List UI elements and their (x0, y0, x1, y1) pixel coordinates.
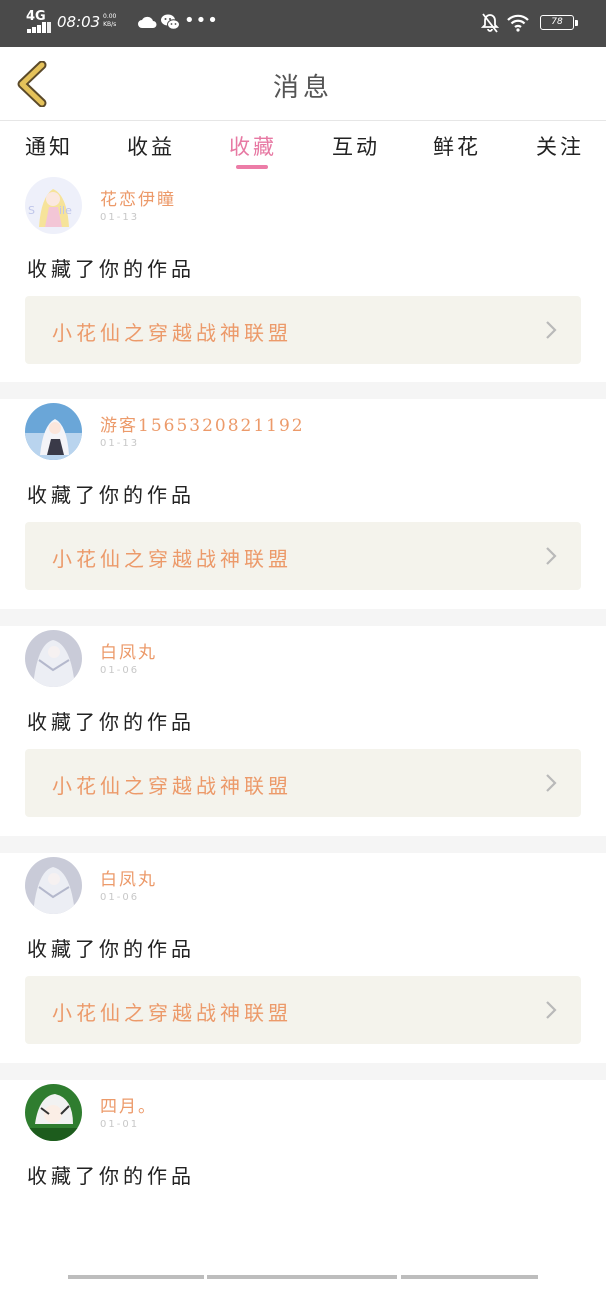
message-card: S ile 花恋伊瞳 01-13 收藏了你的作品 小花仙之穿越战神联盟 (0, 173, 606, 382)
chevron-right-icon (546, 774, 557, 792)
action-text: 收藏了你的作品 (27, 483, 195, 507)
net-speed-unit: KB/s (103, 21, 117, 28)
chevron-right-icon (546, 547, 557, 565)
clock: 08:03 (57, 13, 101, 31)
message-date: 01-06 (100, 892, 140, 903)
action-text: 收藏了你的作品 (27, 710, 195, 734)
signal-icon (27, 22, 51, 33)
user-avatar[interactable] (25, 630, 82, 687)
card-separator (0, 382, 606, 399)
action-text: 收藏了你的作品 (27, 1164, 195, 1188)
battery-icon: 78 (540, 15, 574, 30)
net-speed: 0.00 KB/s (103, 13, 116, 29)
message-list: S ile 花恋伊瞳 01-13 收藏了你的作品 小花仙之穿越战神联盟 游客15… (0, 173, 606, 1290)
svg-text:S: S (28, 204, 35, 217)
tab-earnings[interactable]: 收益 (127, 131, 175, 161)
bottom-nav-indicator (68, 1275, 538, 1279)
wechat-icon (161, 14, 180, 30)
card-separator (0, 836, 606, 853)
tab-flowers[interactable]: 鲜花 (433, 131, 481, 161)
user-name[interactable]: 四月。 (100, 1092, 157, 1117)
svg-text:ile: ile (59, 204, 72, 217)
work-link[interactable]: 小花仙之穿越战神联盟 (25, 522, 581, 590)
work-link[interactable]: 小花仙之穿越战神联盟 (25, 749, 581, 817)
tab-favorites[interactable]: 收藏 (229, 131, 277, 161)
message-card: 游客1565320821192 01-13 收藏了你的作品 小花仙之穿越战神联盟 (0, 399, 606, 609)
wifi-icon (507, 14, 529, 32)
chevron-right-icon (546, 321, 557, 339)
chevron-right-icon (546, 1001, 557, 1019)
work-title: 小花仙之穿越战神联盟 (52, 774, 292, 798)
tab-notice[interactable]: 通知 (25, 131, 73, 161)
work-link[interactable]: 小花仙之穿越战神联盟 (25, 296, 581, 364)
status-bar: 4G 08:03 0.00 KB/s ••• 78 (0, 0, 606, 47)
user-name[interactable]: 游客1565320821192 (100, 411, 305, 436)
work-title: 小花仙之穿越战神联盟 (52, 547, 292, 571)
net-speed-value: 0.00 (103, 13, 117, 20)
user-name[interactable]: 白凤丸 (100, 638, 157, 663)
message-date: 01-06 (100, 665, 140, 676)
battery-level: 78 (551, 17, 563, 27)
work-title: 小花仙之穿越战神联盟 (52, 321, 292, 345)
more-dots-icon: ••• (184, 10, 219, 31)
message-date: 01-13 (100, 212, 140, 223)
message-date: 01-13 (100, 438, 140, 449)
card-separator (0, 609, 606, 626)
work-title: 小花仙之穿越战神联盟 (52, 1001, 292, 1025)
user-avatar[interactable]: S ile (25, 177, 82, 234)
message-card: 四月。 01-01 收藏了你的作品 (0, 1080, 606, 1290)
tab-follow[interactable]: 关注 (536, 131, 584, 161)
message-card: 白凤丸 01-06 收藏了你的作品 小花仙之穿越战神联盟 (0, 626, 606, 836)
user-name[interactable]: 花恋伊瞳 (100, 185, 176, 210)
user-avatar[interactable] (25, 403, 82, 460)
user-avatar[interactable] (25, 1084, 82, 1141)
battery-tip (575, 20, 578, 26)
cloud-icon (138, 16, 157, 28)
active-tab-indicator (236, 165, 268, 169)
tab-bar: 通知 收益 收藏 互动 鲜花 关注 (0, 121, 606, 173)
action-text: 收藏了你的作品 (27, 257, 195, 281)
work-link[interactable]: 小花仙之穿越战神联盟 (25, 976, 581, 1044)
bell-off-icon (481, 13, 499, 33)
tab-interaction[interactable]: 互动 (332, 131, 380, 161)
page-title: 消息 (272, 73, 333, 103)
user-avatar[interactable] (25, 857, 82, 914)
action-text: 收藏了你的作品 (27, 937, 195, 961)
message-date: 01-01 (100, 1119, 140, 1130)
message-card: 白凤丸 01-06 收藏了你的作品 小花仙之穿越战神联盟 (0, 853, 606, 1063)
card-separator (0, 1063, 606, 1080)
top-header: 消息 (0, 47, 606, 121)
user-name[interactable]: 白凤丸 (100, 865, 157, 890)
